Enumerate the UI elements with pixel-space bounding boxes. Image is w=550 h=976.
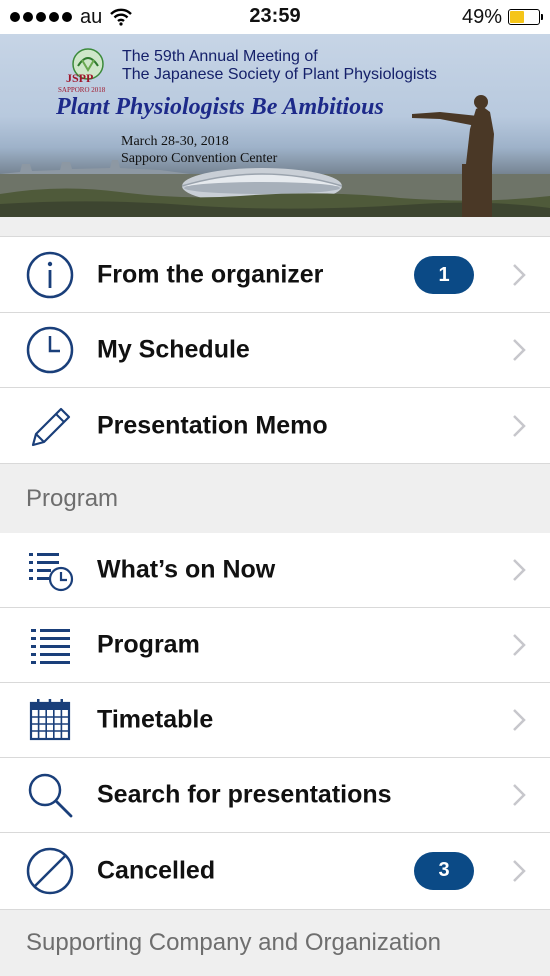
chevron-right-icon (513, 339, 526, 361)
menu-item-from-organizer[interactable]: From the organizer 1 (0, 238, 550, 313)
menu-item-my-schedule[interactable]: My Schedule (0, 313, 550, 388)
banner-society-line: The Japanese Society of Plant Physiologi… (122, 66, 437, 83)
jspp-logo: JSPP SAPPORO 2018 (58, 48, 106, 94)
menu-item-search-presentations[interactable]: Search for presentations (0, 758, 550, 833)
menu-item-whats-on-now[interactable]: What’s on Now (0, 533, 550, 608)
banner-dates: March 28-30, 2018 (121, 134, 229, 149)
menu-item-label: Presentation Memo (97, 411, 328, 439)
section-header-program: Program (0, 463, 550, 534)
calendar-icon (24, 694, 76, 746)
battery-percent: 49% (461, 5, 502, 28)
menu-item-program[interactable]: Program (0, 608, 550, 683)
info-icon (24, 249, 76, 301)
chevron-right-icon (513, 784, 526, 806)
menu-item-label: Timetable (97, 705, 214, 734)
pencil-icon (24, 400, 76, 452)
battery-area: 49% (461, 5, 543, 28)
menu-item-label: What’s on Now (97, 555, 276, 584)
chevron-right-icon (513, 264, 526, 286)
section-title: Supporting Company and Organization (26, 929, 441, 956)
menu-item-presentation-memo[interactable]: Presentation Memo (0, 388, 550, 463)
banner-venue: Sapporo Convention Center (121, 151, 278, 166)
battery-icon (508, 9, 543, 25)
program-menu: What’s on Now Program Timetable Search f… (0, 533, 550, 908)
menu-item-label: Cancelled (97, 856, 216, 884)
list-clock-icon (24, 544, 76, 596)
chevron-right-icon (513, 559, 526, 581)
menu-item-label: From the organizer (97, 260, 324, 289)
notification-badge: 3 (414, 851, 474, 890)
status-bar: au 23:59 49% (0, 0, 550, 34)
main-menu: From the organizer 1 My Schedule Present… (0, 238, 550, 463)
menu-item-timetable[interactable]: Timetable (0, 683, 550, 758)
logo-subtext: SAPPORO 2018 (58, 86, 106, 94)
chevron-right-icon (513, 414, 526, 437)
section-spacer (0, 217, 550, 237)
chevron-right-icon (513, 634, 526, 656)
cancelled-icon (24, 845, 76, 897)
menu-item-cancelled[interactable]: Cancelled 3 (0, 833, 550, 908)
chevron-right-icon (513, 709, 526, 731)
clock-icon (24, 324, 76, 376)
notification-badge: 1 (414, 256, 474, 294)
search-icon (24, 769, 76, 821)
conference-banner: JSPP SAPPORO 2018 The 59th Annual Meetin… (0, 34, 550, 217)
battery-level (510, 11, 524, 23)
logo-text: JSPP (66, 71, 93, 85)
chevron-right-icon (513, 859, 526, 882)
menu-item-label: My Schedule (97, 335, 250, 364)
banner-tagline: Plant Physiologists Be Ambitious (56, 94, 384, 120)
list-icon (24, 619, 76, 671)
section-title: Program (26, 484, 119, 512)
menu-item-label: Search for presentations (97, 780, 392, 809)
banner-meeting-line: The 59th Annual Meeting of (122, 48, 318, 65)
section-header-supporting: Supporting Company and Organization (0, 909, 550, 976)
menu-item-label: Program (97, 630, 200, 659)
